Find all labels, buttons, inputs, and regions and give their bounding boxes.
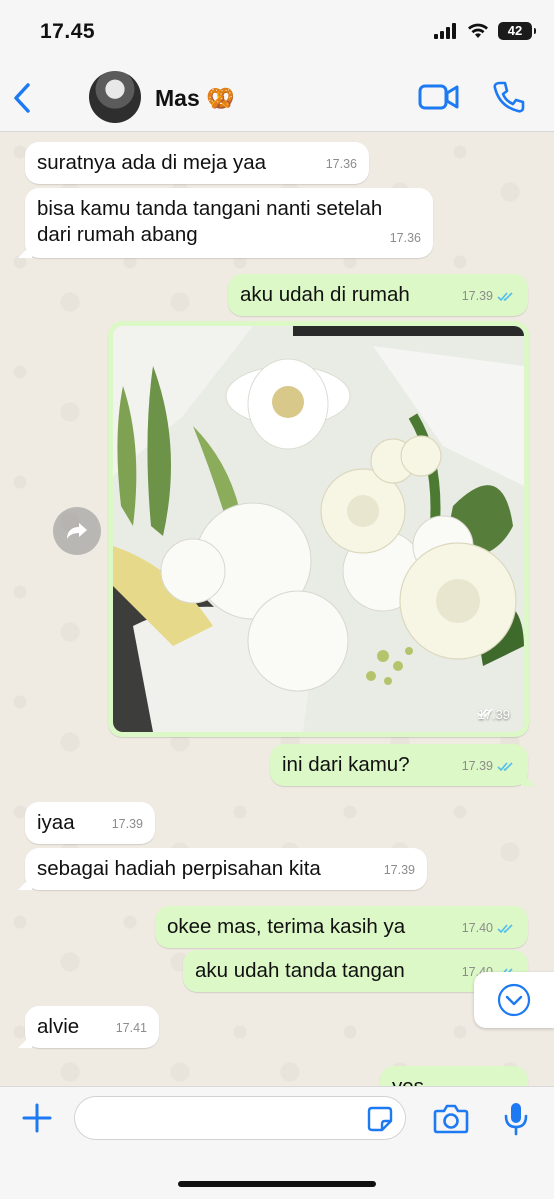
video-call-icon[interactable] xyxy=(418,82,460,112)
message-time: 17.39 xyxy=(462,753,516,779)
wifi-icon xyxy=(468,23,488,38)
message-time: 17.36 xyxy=(325,157,357,171)
message-incoming[interactable]: alvie 17.41 xyxy=(25,1006,159,1048)
message-input[interactable] xyxy=(74,1096,406,1140)
message-incoming[interactable]: sebagai hadiah perpisahan kita 17.39 xyxy=(25,848,427,890)
message-time: 17.40 xyxy=(462,915,516,941)
message-text: bisa kamu tanda tangani nanti setelah da… xyxy=(37,197,383,246)
scroll-to-bottom-button[interactable] xyxy=(474,972,554,1028)
forward-arrow-icon xyxy=(67,523,87,539)
status-time: 17.45 xyxy=(40,20,96,43)
message-text: sebagai hadiah perpisahan kita xyxy=(37,857,321,880)
message-time: 17.39 xyxy=(383,863,415,877)
bouquet-illustration xyxy=(113,326,524,732)
read-ticks-icon xyxy=(497,761,513,771)
battery-icon: 42 xyxy=(498,22,536,40)
message-text: yes xyxy=(392,1074,516,1086)
status-icons: 42 xyxy=(434,22,536,40)
message-outgoing[interactable]: okee mas, terima kasih ya 17.40 xyxy=(155,906,528,948)
message-outgoing[interactable]: ini dari kamu? 17.39 xyxy=(270,744,528,786)
message-time: 17.39 xyxy=(462,283,516,309)
phone-call-icon[interactable] xyxy=(492,80,526,114)
message-incoming[interactable]: bisa kamu tanda tangani nanti setelah da… xyxy=(25,188,433,258)
message-outgoing[interactable]: yes xyxy=(380,1066,528,1086)
message-text: suratnya ada di meja yaa xyxy=(37,151,267,174)
photo-flower-bouquet[interactable]: 17.39 xyxy=(113,326,524,732)
photo-time: 17.39 xyxy=(477,707,510,722)
message-incoming[interactable]: iyaa 17.39 xyxy=(25,802,155,844)
sticker-icon[interactable] xyxy=(366,1105,394,1133)
chevron-down-icon xyxy=(497,983,531,1017)
photo-message[interactable]: 17.39 xyxy=(108,321,529,737)
avatar[interactable] xyxy=(89,71,141,123)
camera-icon[interactable] xyxy=(433,1103,469,1135)
chat-header: Mas 🥨 xyxy=(0,62,554,132)
message-time: 17.41 xyxy=(115,1021,147,1035)
home-indicator xyxy=(178,1181,376,1187)
forward-button[interactable] xyxy=(53,507,101,555)
read-ticks-icon xyxy=(497,923,513,933)
plus-icon[interactable] xyxy=(20,1101,54,1135)
message-time: 17.36 xyxy=(389,231,421,245)
message-outgoing[interactable]: aku udah di rumah 17.39 xyxy=(228,274,528,316)
cellular-signal-icon xyxy=(434,23,456,39)
status-bar: 17.45 42 xyxy=(0,0,554,62)
input-bar xyxy=(0,1086,554,1199)
read-ticks-icon xyxy=(497,291,513,301)
back-button[interactable] xyxy=(8,80,38,116)
contact-name[interactable]: Mas 🥨 xyxy=(155,85,235,112)
message-time: 17.39 xyxy=(111,817,143,831)
read-ticks-icon xyxy=(477,708,494,718)
chat-area[interactable]: suratnya ada di meja yaa 17.36 bisa kamu… xyxy=(0,132,554,1086)
microphone-icon[interactable] xyxy=(502,1101,530,1137)
message-incoming[interactable]: suratnya ada di meja yaa 17.36 xyxy=(25,142,369,184)
